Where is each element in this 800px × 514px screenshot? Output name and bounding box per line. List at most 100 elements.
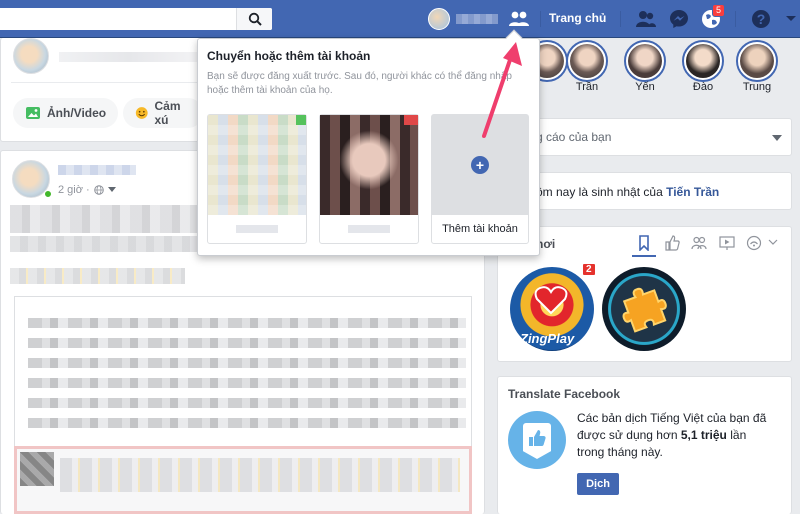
messenger-icon xyxy=(670,10,688,28)
story-avatar xyxy=(628,44,662,78)
translate-line: được sử dụng hơn 5,1 triệu lần xyxy=(577,427,787,444)
home-link[interactable]: Trang chủ xyxy=(549,11,606,25)
account-corner-marker xyxy=(296,115,306,125)
divider xyxy=(735,11,736,27)
photo-video-label: Ảnh/Video xyxy=(47,106,107,120)
game-badge: 2 xyxy=(582,263,596,276)
account-name-blurred xyxy=(348,225,390,233)
photo-icon xyxy=(26,107,40,119)
account-tile[interactable] xyxy=(319,114,419,244)
story-name: Trần xyxy=(575,81,599,93)
heart-icon xyxy=(534,286,568,315)
story-name: Yến xyxy=(635,81,655,93)
account-photo-blurred xyxy=(208,115,306,215)
post-time[interactable]: 2 giờ · xyxy=(58,184,90,196)
post-text-blurred xyxy=(10,268,185,284)
post-author-name-blurred[interactable] xyxy=(58,165,136,175)
story-item[interactable] xyxy=(682,40,724,82)
birthday-name-link[interactable]: Tiến Trần xyxy=(666,185,719,199)
bookmark-icon[interactable] xyxy=(638,235,650,251)
like-icon[interactable] xyxy=(664,235,680,251)
translate-count: 5,1 triệu xyxy=(680,428,727,442)
divider xyxy=(620,11,621,27)
globe-icon xyxy=(93,185,104,195)
ads-card[interactable]: g cáo của bạn xyxy=(497,118,792,156)
add-account-label: Thêm tài khoản xyxy=(442,223,518,235)
chevron-down-icon xyxy=(786,16,796,21)
top-bar: Trang chủ 5 ? xyxy=(0,0,800,38)
story-avatar xyxy=(740,44,774,78)
story-name: Đào xyxy=(692,81,714,93)
annotation-arrow xyxy=(482,42,522,138)
post-text-blurred xyxy=(10,236,200,252)
composer-placeholder-blurred xyxy=(59,52,199,62)
plus-icon: + xyxy=(471,156,489,174)
avatar xyxy=(13,38,49,74)
translate-card: Translate Facebook Các bản dịch Tiếng Vi… xyxy=(497,376,792,514)
friend-requests-icon xyxy=(636,11,656,27)
video-icon[interactable] xyxy=(719,235,735,251)
wifi-icon[interactable] xyxy=(746,235,762,251)
account-corner-marker xyxy=(404,115,418,125)
svg-text:?: ? xyxy=(757,11,766,27)
help-button[interactable]: ? xyxy=(748,6,774,32)
settings-dropdown[interactable] xyxy=(778,6,800,32)
account-photo-blurred xyxy=(320,115,418,215)
birthday-prefix: ôm nay là sinh nhật của xyxy=(536,185,663,199)
like-icon xyxy=(529,430,546,446)
notifications-button[interactable]: 5 xyxy=(698,4,726,32)
post-meta: 2 giờ · xyxy=(58,184,116,196)
games-card: hơi ZingPlay 2 xyxy=(497,226,792,362)
thumbs-up-medal-icon xyxy=(508,411,566,469)
story-item[interactable] xyxy=(566,40,608,82)
profile-link[interactable] xyxy=(428,7,498,31)
profile-name-blurred xyxy=(456,14,498,24)
translate-line: trong tháng này. xyxy=(577,445,663,459)
account-name-blurred xyxy=(236,225,278,233)
ads-label: g cáo của bạn xyxy=(536,130,612,144)
feeling-button[interactable]: Cảm xú xyxy=(123,98,203,128)
notification-badge: 5 xyxy=(712,4,726,17)
emoji-icon xyxy=(135,107,148,119)
chevron-down-icon[interactable] xyxy=(107,187,116,193)
translate-text: Các bản dịch Tiếng Việt của bạn đã được … xyxy=(577,410,787,461)
puzzle-piece-icon xyxy=(622,287,667,333)
story-avatar xyxy=(686,44,720,78)
account-tile[interactable] xyxy=(207,114,307,244)
search-box[interactable] xyxy=(0,8,272,30)
story-item[interactable] xyxy=(624,40,666,82)
quoted-avatar-blurred xyxy=(20,452,54,486)
people-icon[interactable] xyxy=(691,235,707,251)
avatar xyxy=(428,8,450,30)
story-avatar xyxy=(570,44,604,78)
game-label: ZingPlay xyxy=(520,331,575,346)
stories-row: Trần Yến Đào Trung xyxy=(526,38,800,94)
birthday-text: ôm nay là sinh nhật của Tiến Trần xyxy=(536,185,719,199)
translate-line: Các bản dịch Tiếng Việt của bạn đã xyxy=(577,411,767,425)
birthday-card: ôm nay là sinh nhật của Tiến Trần xyxy=(497,172,792,210)
translate-title: Translate Facebook xyxy=(508,387,621,401)
messenger-button[interactable] xyxy=(666,6,692,32)
friends-icon xyxy=(509,11,529,26)
switch-account-button[interactable] xyxy=(503,4,535,34)
translate-text-part: được sử dụng hơn xyxy=(577,428,681,442)
photo-video-button[interactable]: Ảnh/Video xyxy=(13,98,119,128)
feeling-label: Cảm xú xyxy=(154,99,181,127)
divider xyxy=(540,11,541,27)
story-name: Trung xyxy=(742,81,772,93)
translate-text-part: lần xyxy=(726,428,747,442)
friend-requests-button[interactable] xyxy=(633,6,659,32)
post-text-blurred xyxy=(10,205,200,233)
help-icon: ? xyxy=(752,10,770,28)
online-status-dot xyxy=(44,190,52,198)
translate-button[interactable]: Dịch xyxy=(577,473,619,495)
story-item[interactable] xyxy=(736,40,778,82)
chevron-down-icon[interactable] xyxy=(768,239,778,245)
search-icon xyxy=(248,12,262,26)
chevron-down-icon[interactable] xyxy=(772,135,782,141)
dropdown-title: Chuyển hoặc thêm tài khoản xyxy=(207,49,371,63)
active-tab-indicator xyxy=(632,255,656,257)
quoted-text-blurred xyxy=(60,458,460,492)
shared-post-text-blurred xyxy=(28,308,466,428)
search-button[interactable] xyxy=(236,8,272,30)
